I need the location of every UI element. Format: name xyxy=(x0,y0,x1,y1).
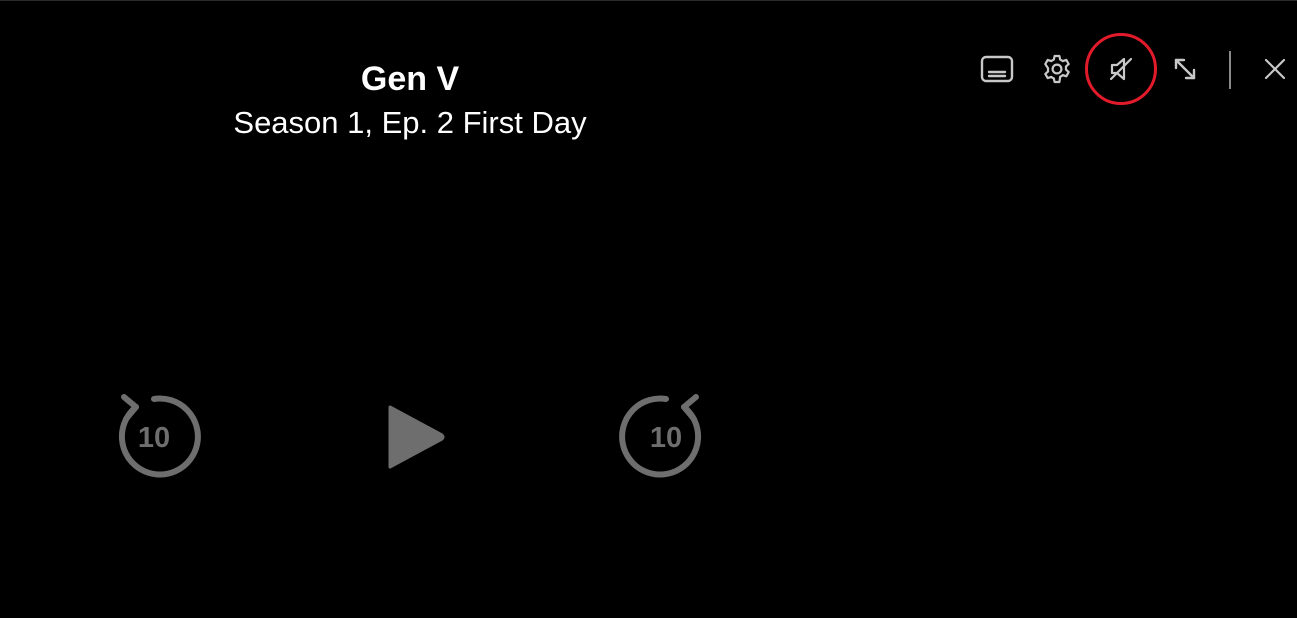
rewind-10-label: 10 xyxy=(138,422,170,454)
top-controls-bar xyxy=(0,41,1297,101)
volume-mute-button[interactable] xyxy=(1101,49,1141,89)
rewind-10-icon: 10 xyxy=(118,394,201,478)
subtitles-icon xyxy=(980,55,1014,83)
forward-10-icon: 10 xyxy=(619,394,702,478)
rewind-10-button[interactable]: 10 xyxy=(106,389,202,485)
expand-arrows-icon xyxy=(1174,58,1196,80)
settings-button[interactable] xyxy=(1037,49,1077,89)
subtitles-button[interactable] xyxy=(977,49,1017,89)
fullscreen-button[interactable] xyxy=(1165,49,1205,89)
close-button[interactable] xyxy=(1255,49,1295,89)
play-icon xyxy=(388,405,445,469)
playback-controls: 10 10 xyxy=(0,391,1297,491)
video-player[interactable]: Gen V Season 1, Ep. 2 First Day 10 10 xyxy=(0,0,1297,618)
controls-divider xyxy=(1229,51,1231,89)
episode-title: Season 1, Ep. 2 First Day xyxy=(233,105,587,140)
play-button[interactable] xyxy=(368,389,464,485)
forward-10-button[interactable]: 10 xyxy=(618,389,714,485)
gear-icon xyxy=(1044,54,1070,84)
close-icon xyxy=(1264,58,1286,80)
forward-10-label: 10 xyxy=(650,422,682,454)
volume-muted-icon xyxy=(1109,57,1133,81)
